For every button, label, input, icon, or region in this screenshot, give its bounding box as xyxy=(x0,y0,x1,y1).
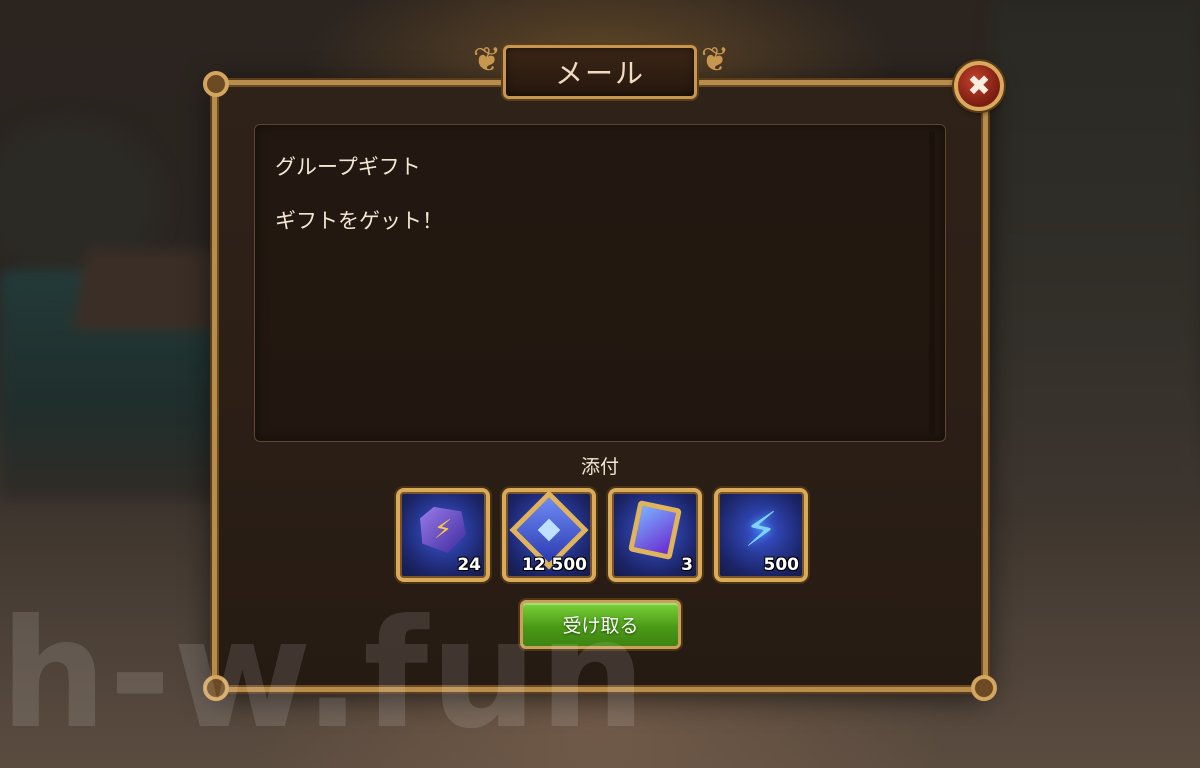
attachments-label: 添付 xyxy=(580,456,619,478)
message-body: ギフトをゲット！ xyxy=(275,209,443,233)
collect-button[interactable]: 受け取る xyxy=(520,600,681,649)
message-panel[interactable]: グループギフト ギフトをゲット！ xyxy=(254,124,946,442)
attachment-item-card-scroll[interactable]: 3 xyxy=(608,488,702,582)
lightning-bolt-icon: ⚡ xyxy=(744,501,778,558)
attachment-quantity: 500 xyxy=(763,555,800,575)
dialog-title: メール xyxy=(554,57,645,90)
background-tower xyxy=(990,0,1200,500)
dialog-title-plate: メール xyxy=(503,45,697,99)
frame-corner-ornament xyxy=(203,675,229,701)
collect-button-label: 受け取る xyxy=(562,615,639,637)
attachment-quantity: 3 xyxy=(681,555,693,575)
scroll-card-icon xyxy=(628,499,682,560)
frame-corner-ornament xyxy=(203,71,229,97)
background-roof xyxy=(72,250,228,330)
attachments-list: ⚡ 24 12 500 3 ⚡ 500 xyxy=(396,488,808,582)
attachment-item-arena-emblem[interactable]: 12 500 xyxy=(502,488,596,582)
lightning-gem-icon: ⚡ xyxy=(420,506,466,553)
attachment-item-energy[interactable]: ⚡ 500 xyxy=(714,488,808,582)
message-subject: グループギフト xyxy=(275,155,421,179)
message-scrollbar[interactable] xyxy=(929,131,935,435)
diamond-emblem-icon xyxy=(509,490,589,570)
attachment-item-lightning-gem[interactable]: ⚡ 24 xyxy=(396,488,490,582)
close-button[interactable]: ✖ xyxy=(954,61,1004,111)
close-icon: ✖ xyxy=(967,69,991,102)
attachment-quantity: 24 xyxy=(457,555,481,575)
frame-corner-ornament xyxy=(971,675,997,701)
attachment-quantity: 12 500 xyxy=(521,555,587,575)
